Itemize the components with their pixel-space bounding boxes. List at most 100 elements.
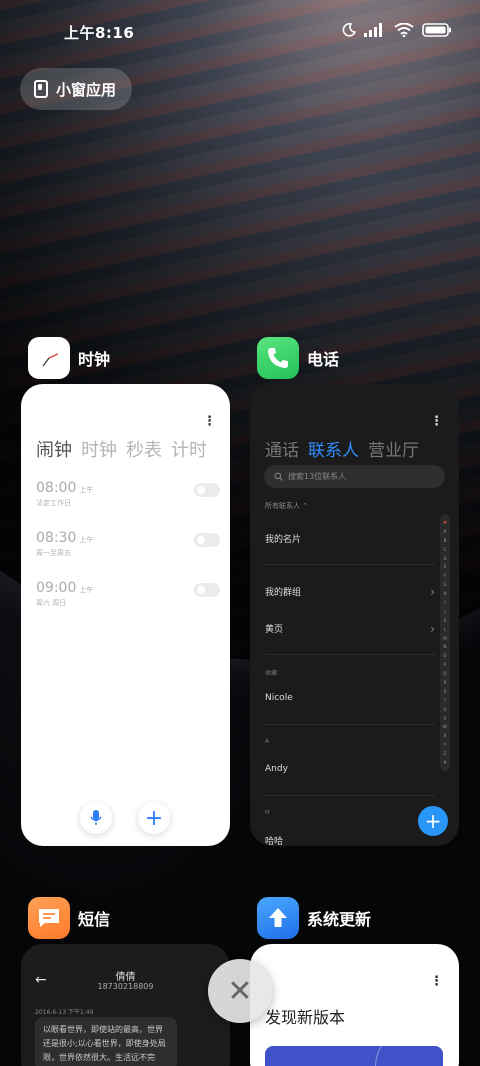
alphabet-index-letter[interactable]: L — [444, 627, 446, 632]
section-label-h: H — [265, 809, 270, 816]
alphabet-index-letter[interactable]: # — [443, 760, 446, 765]
alphabet-index-letter[interactable]: P — [444, 662, 446, 667]
system-update-app-name: 系统更新 — [307, 910, 372, 929]
section-label-a: A — [265, 738, 270, 745]
more-icon[interactable]: ⋮ — [430, 974, 443, 989]
tab-timer[interactable]: 计时 — [171, 436, 207, 462]
alphabet-index-letter[interactable]: V — [444, 716, 447, 721]
phone-app-icon — [257, 337, 299, 379]
my-groups-row[interactable]: 我的群组 › — [265, 585, 435, 599]
alarm-time: 08:00 — [36, 480, 77, 496]
add-contact-button[interactable]: + — [418, 806, 448, 836]
moon-icon — [342, 22, 357, 41]
contact-row[interactable]: Nicole — [265, 693, 435, 703]
contact-row[interactable]: 哈哈 — [265, 834, 435, 846]
status-icons — [342, 22, 452, 41]
alarm-time: 08:30 — [36, 530, 77, 546]
alphabet-index-letter[interactable]: M — [443, 636, 446, 641]
message-bubble: 以眼看世界，即使站的最高，世界还是很小;以心看世界，即使身处局限，世界依然很大。… — [35, 1017, 177, 1066]
voice-alarm-button[interactable] — [80, 802, 112, 834]
tab-calls[interactable]: 通话 — [265, 436, 299, 461]
contacts-search-input[interactable]: 搜索13位联系人 — [264, 465, 445, 488]
alphabet-index-letter[interactable]: Z — [444, 751, 447, 756]
status-bar: 上午8:16 — [0, 0, 480, 62]
alarm-repeat: 周一至周五 — [36, 549, 71, 557]
update-banner-image — [265, 1046, 443, 1066]
sms-card-header[interactable]: 短信 — [28, 897, 110, 939]
my-card-row[interactable]: 我的名片 — [265, 532, 435, 545]
clock-app-icon — [28, 337, 70, 379]
alphabet-index-letter[interactable]: ♥ — [443, 520, 447, 525]
alphabet-index-letter[interactable]: T — [444, 698, 446, 703]
tab-alarm[interactable]: 闹钟 — [36, 436, 72, 462]
alarm-toggle[interactable] — [194, 533, 220, 547]
contact-row[interactable]: Andy — [265, 764, 435, 774]
alarm-toggle[interactable] — [194, 583, 220, 597]
close-icon: ✕ — [227, 973, 253, 1009]
alphabet-index-letter[interactable]: J — [444, 609, 445, 614]
alphabet-index-letter[interactable]: E — [444, 564, 447, 569]
battery-icon — [422, 22, 452, 41]
clock-card-header[interactable]: 时钟 — [28, 337, 110, 379]
system-update-app-card[interactable]: ⋮ 发现新版本 — [250, 944, 459, 1066]
favorites-section-label: 收藏 — [265, 670, 278, 677]
mic-icon — [90, 810, 102, 825]
phone-card-header[interactable]: 电话 — [257, 337, 339, 379]
clock-app-card[interactable]: ⋮ 闹钟 时钟 秒表 计时 08:00 上午 法定工作日 08:30 上午 周一至周… — [21, 384, 230, 846]
chevron-right-icon: › — [430, 585, 435, 599]
alarm-item[interactable]: 08:30 上午 周一至周五 — [36, 527, 220, 567]
more-icon[interactable]: ⋮ — [203, 414, 216, 429]
phone-app-name: 电话 — [307, 350, 340, 369]
tab-contacts[interactable]: 联系人 — [308, 436, 359, 461]
alarm-ampm: 上午 — [79, 536, 94, 544]
tab-clock[interactable]: 时钟 — [81, 436, 117, 462]
alphabet-index-letter[interactable]: H — [443, 591, 446, 596]
tab-service-hall[interactable]: 营业厅 — [368, 436, 419, 461]
alphabet-index-letter[interactable]: B — [444, 538, 447, 543]
sms-app-icon — [28, 897, 70, 939]
wifi-icon — [394, 22, 414, 41]
alarm-time: 09:00 — [36, 580, 77, 596]
chevron-right-icon: › — [430, 622, 435, 636]
alphabet-index-letter[interactable]: D — [443, 556, 446, 561]
alphabet-index-letter[interactable]: R — [444, 680, 447, 685]
alphabet-index-letter[interactable]: G — [443, 582, 446, 587]
alarm-item[interactable]: 08:00 上午 法定工作日 — [36, 477, 220, 517]
alphabet-index-bar[interactable]: ♥ A B C D E F G H I J K L M N O P Q R S T U V W X Y Z # — [440, 514, 450, 771]
alarm-toggle[interactable] — [194, 483, 220, 497]
clear-all-button[interactable]: ✕ — [208, 959, 272, 1023]
add-alarm-button[interactable]: + — [138, 802, 170, 834]
plus-icon: + — [144, 805, 164, 831]
alphabet-index-letter[interactable]: Y — [444, 742, 446, 747]
alphabet-index-letter[interactable]: N — [444, 644, 447, 649]
alphabet-index-letter[interactable]: O — [443, 653, 446, 658]
phone-app-card[interactable]: ⋮ 通话 联系人 营业厅 搜索13位联系人 所有联系人 ⌃ 我的名片 我的群组 ›… — [250, 384, 459, 846]
search-placeholder: 搜索13位联系人 — [288, 472, 347, 481]
alphabet-index-letter[interactable]: K — [444, 618, 447, 623]
alphabet-index-letter[interactable]: F — [444, 573, 446, 578]
clock-tabs: 闹钟 时钟 秒表 计时 — [36, 436, 207, 462]
alphabet-index-letter[interactable]: S — [444, 689, 447, 694]
alphabet-index-letter[interactable]: Q — [443, 671, 446, 676]
phone-tabs: 通话 联系人 营业厅 — [265, 436, 419, 461]
alarm-item[interactable]: 09:00 上午 周六 周日 — [36, 577, 220, 617]
update-title: 发现新版本 — [265, 1008, 346, 1027]
tab-stopwatch[interactable]: 秒表 — [126, 436, 162, 462]
sms-app-card[interactable]: ← 倩倩 18730218809 2016-6-13 下午1:49 以眼看世界，… — [21, 944, 230, 1066]
small-window-apps-button[interactable]: 小窗应用 — [20, 68, 133, 110]
update-card-header[interactable]: 系统更新 — [257, 897, 371, 939]
clock-app-name: 时钟 — [78, 350, 111, 369]
alphabet-index-letter[interactable]: U — [444, 707, 447, 712]
alphabet-index-letter[interactable]: I — [444, 600, 445, 605]
plus-icon: + — [424, 809, 442, 833]
alphabet-index-letter[interactable]: A — [444, 529, 447, 534]
all-contacts-filter[interactable]: 所有联系人 ⌃ — [265, 501, 308, 511]
more-icon[interactable]: ⋮ — [430, 414, 443, 429]
search-icon — [274, 472, 283, 481]
alarm-ampm: 上午 — [79, 586, 94, 594]
alphabet-index-letter[interactable]: W — [443, 724, 447, 729]
yellow-pages-row[interactable]: 黄页 › — [265, 622, 435, 636]
alphabet-index-letter[interactable]: C — [444, 547, 447, 552]
alphabet-index-letter[interactable]: X — [444, 733, 447, 738]
alarm-ampm: 上午 — [79, 486, 94, 494]
